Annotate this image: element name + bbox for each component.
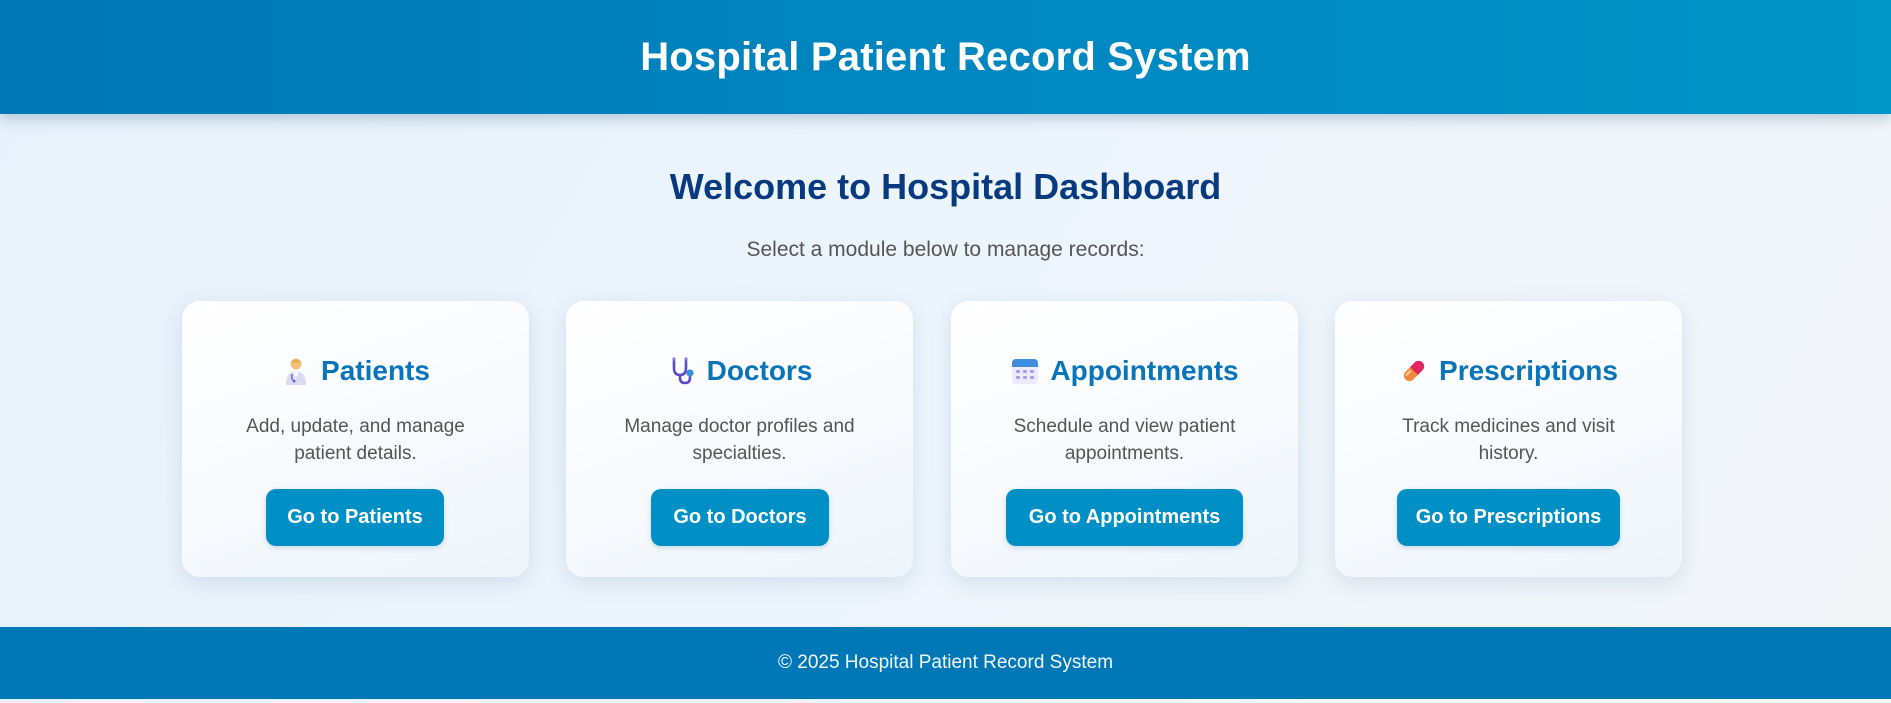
card-title: Doctors [706,355,813,386]
card-description: Manage doctor profiles and specialties. [624,416,855,464]
card-title-row: Patients [182,355,529,387]
go-to-prescriptions-button[interactable]: Go to Prescriptions [1397,489,1620,546]
page-title: Hospital Patient Record System [640,34,1251,79]
card-prescriptions: Prescriptions Track medicines and visit … [1335,301,1682,577]
card-title: Prescriptions [1439,355,1618,386]
card-title-row: Doctors [566,355,913,387]
card-description: Track medicines and visit history. [1402,416,1615,464]
calendar-icon [1010,356,1040,386]
card-description: Add, update, and manage patient details. [246,416,465,464]
card-description: Schedule and view patient appointments. [1013,416,1236,464]
health-worker-icon [281,356,311,386]
card-patients: Patients Add, update, and manage patient… [182,301,529,577]
footer-copyright: © 2025 Hospital Patient Record System [777,652,1114,673]
app-header: Hospital Patient Record System [0,0,1891,114]
go-to-appointments-button[interactable]: Go to Appointments [1006,489,1243,546]
module-cards: Patients Add, update, and manage patient… [182,301,1682,577]
pill-icon [1399,356,1429,386]
card-doctors: Doctors Manage doctor profiles and speci… [566,301,913,577]
welcome-subtitle: Select a module below to manage records: [746,238,1145,261]
app-footer: © 2025 Hospital Patient Record System [0,627,1891,699]
stethoscope-icon [667,356,697,386]
card-appointments: Appointments Schedule and view patient a… [951,301,1298,577]
card-title: Appointments [1050,355,1239,386]
welcome-heading: Welcome to Hospital Dashboard [669,166,1222,207]
card-title-row: Prescriptions [1335,355,1682,387]
go-to-doctors-button[interactable]: Go to Doctors [651,489,829,546]
go-to-patients-button[interactable]: Go to Patients [266,489,444,546]
card-title: Patients [321,355,430,386]
card-title-row: Appointments [951,355,1298,387]
